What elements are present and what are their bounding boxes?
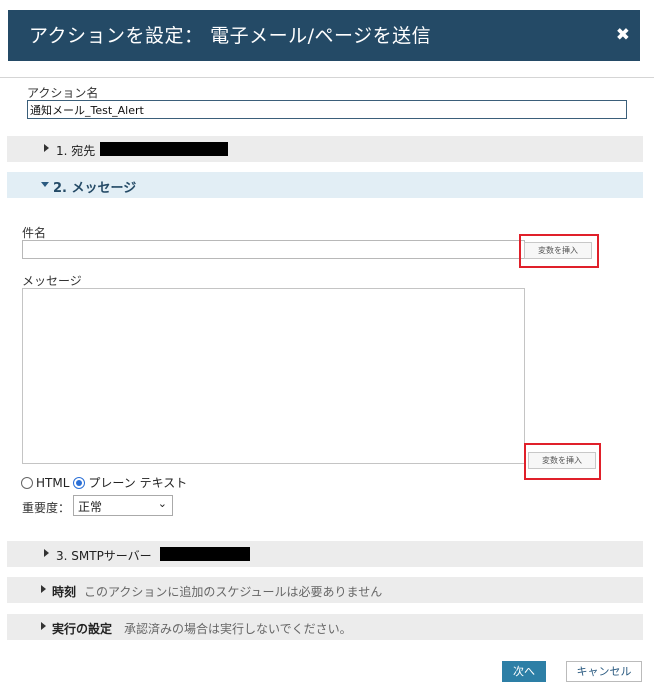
priority-value: 正常 xyxy=(78,500,103,514)
chevron-down-icon: ⌄ xyxy=(157,497,167,510)
subject-label: 件名 xyxy=(22,226,47,240)
caret-right-icon xyxy=(41,622,46,630)
plain-text-radio[interactable] xyxy=(73,476,86,489)
section-recipients-label: 1. 宛先 xyxy=(56,144,96,158)
section-smtp-label: 3. SMTPサーバー xyxy=(56,549,152,563)
section-smtp[interactable]: 3. SMTPサーバー xyxy=(7,541,643,567)
section-time-description: このアクションに追加のスケジュールは必要ありません xyxy=(84,585,383,599)
close-icon[interactable]: ✖ xyxy=(616,25,630,45)
section-time[interactable]: 時刻 このアクションに追加のスケジュールは必要ありません xyxy=(7,577,643,603)
section-message-label: 2. メッセージ xyxy=(53,181,137,196)
format-radio-group: HTML プレーン テキスト xyxy=(21,474,187,491)
subject-insert-variable-button[interactable]: 変数を挿入 xyxy=(524,242,592,259)
redacted-recipient xyxy=(100,142,228,156)
caret-right-icon xyxy=(41,585,46,593)
section-time-label: 時刻 xyxy=(52,585,77,599)
html-radio-label: HTML xyxy=(36,475,70,490)
html-radio[interactable] xyxy=(21,476,33,489)
section-recipients[interactable]: 1. 宛先 xyxy=(7,136,643,162)
next-button[interactable]: 次へ xyxy=(502,661,546,682)
message-label: メッセージ xyxy=(22,274,82,288)
section-message[interactable]: 2. メッセージ xyxy=(7,172,643,198)
plain-text-radio-label: プレーン テキスト xyxy=(88,476,188,490)
caret-down-icon xyxy=(41,182,49,187)
subject-input[interactable] xyxy=(22,240,525,259)
redacted-smtp-server xyxy=(160,547,250,561)
caret-right-icon xyxy=(44,144,49,152)
cancel-button[interactable]: キャンセル xyxy=(566,661,642,682)
dialog-header: アクションを設定： 電子メール/ページを送信 ✖ xyxy=(8,10,640,61)
action-name-label: アクション名 xyxy=(27,86,99,100)
action-name-input[interactable] xyxy=(27,100,627,119)
section-execution[interactable]: 実行の設定 承認済みの場合は実行しないでください。 xyxy=(7,614,643,640)
priority-label: 重要度： xyxy=(22,501,71,515)
message-textarea[interactable] xyxy=(22,288,525,464)
priority-select[interactable]: 正常 ⌄ xyxy=(73,495,173,516)
header-divider xyxy=(0,77,654,78)
caret-right-icon xyxy=(44,549,49,557)
section-execution-label: 実行の設定 xyxy=(52,622,113,636)
dialog-title: アクションを設定： 電子メール/ページを送信 xyxy=(29,25,432,47)
message-insert-variable-button[interactable]: 変数を挿入 xyxy=(528,452,596,469)
section-execution-description: 承認済みの場合は実行しないでください。 xyxy=(124,622,352,636)
